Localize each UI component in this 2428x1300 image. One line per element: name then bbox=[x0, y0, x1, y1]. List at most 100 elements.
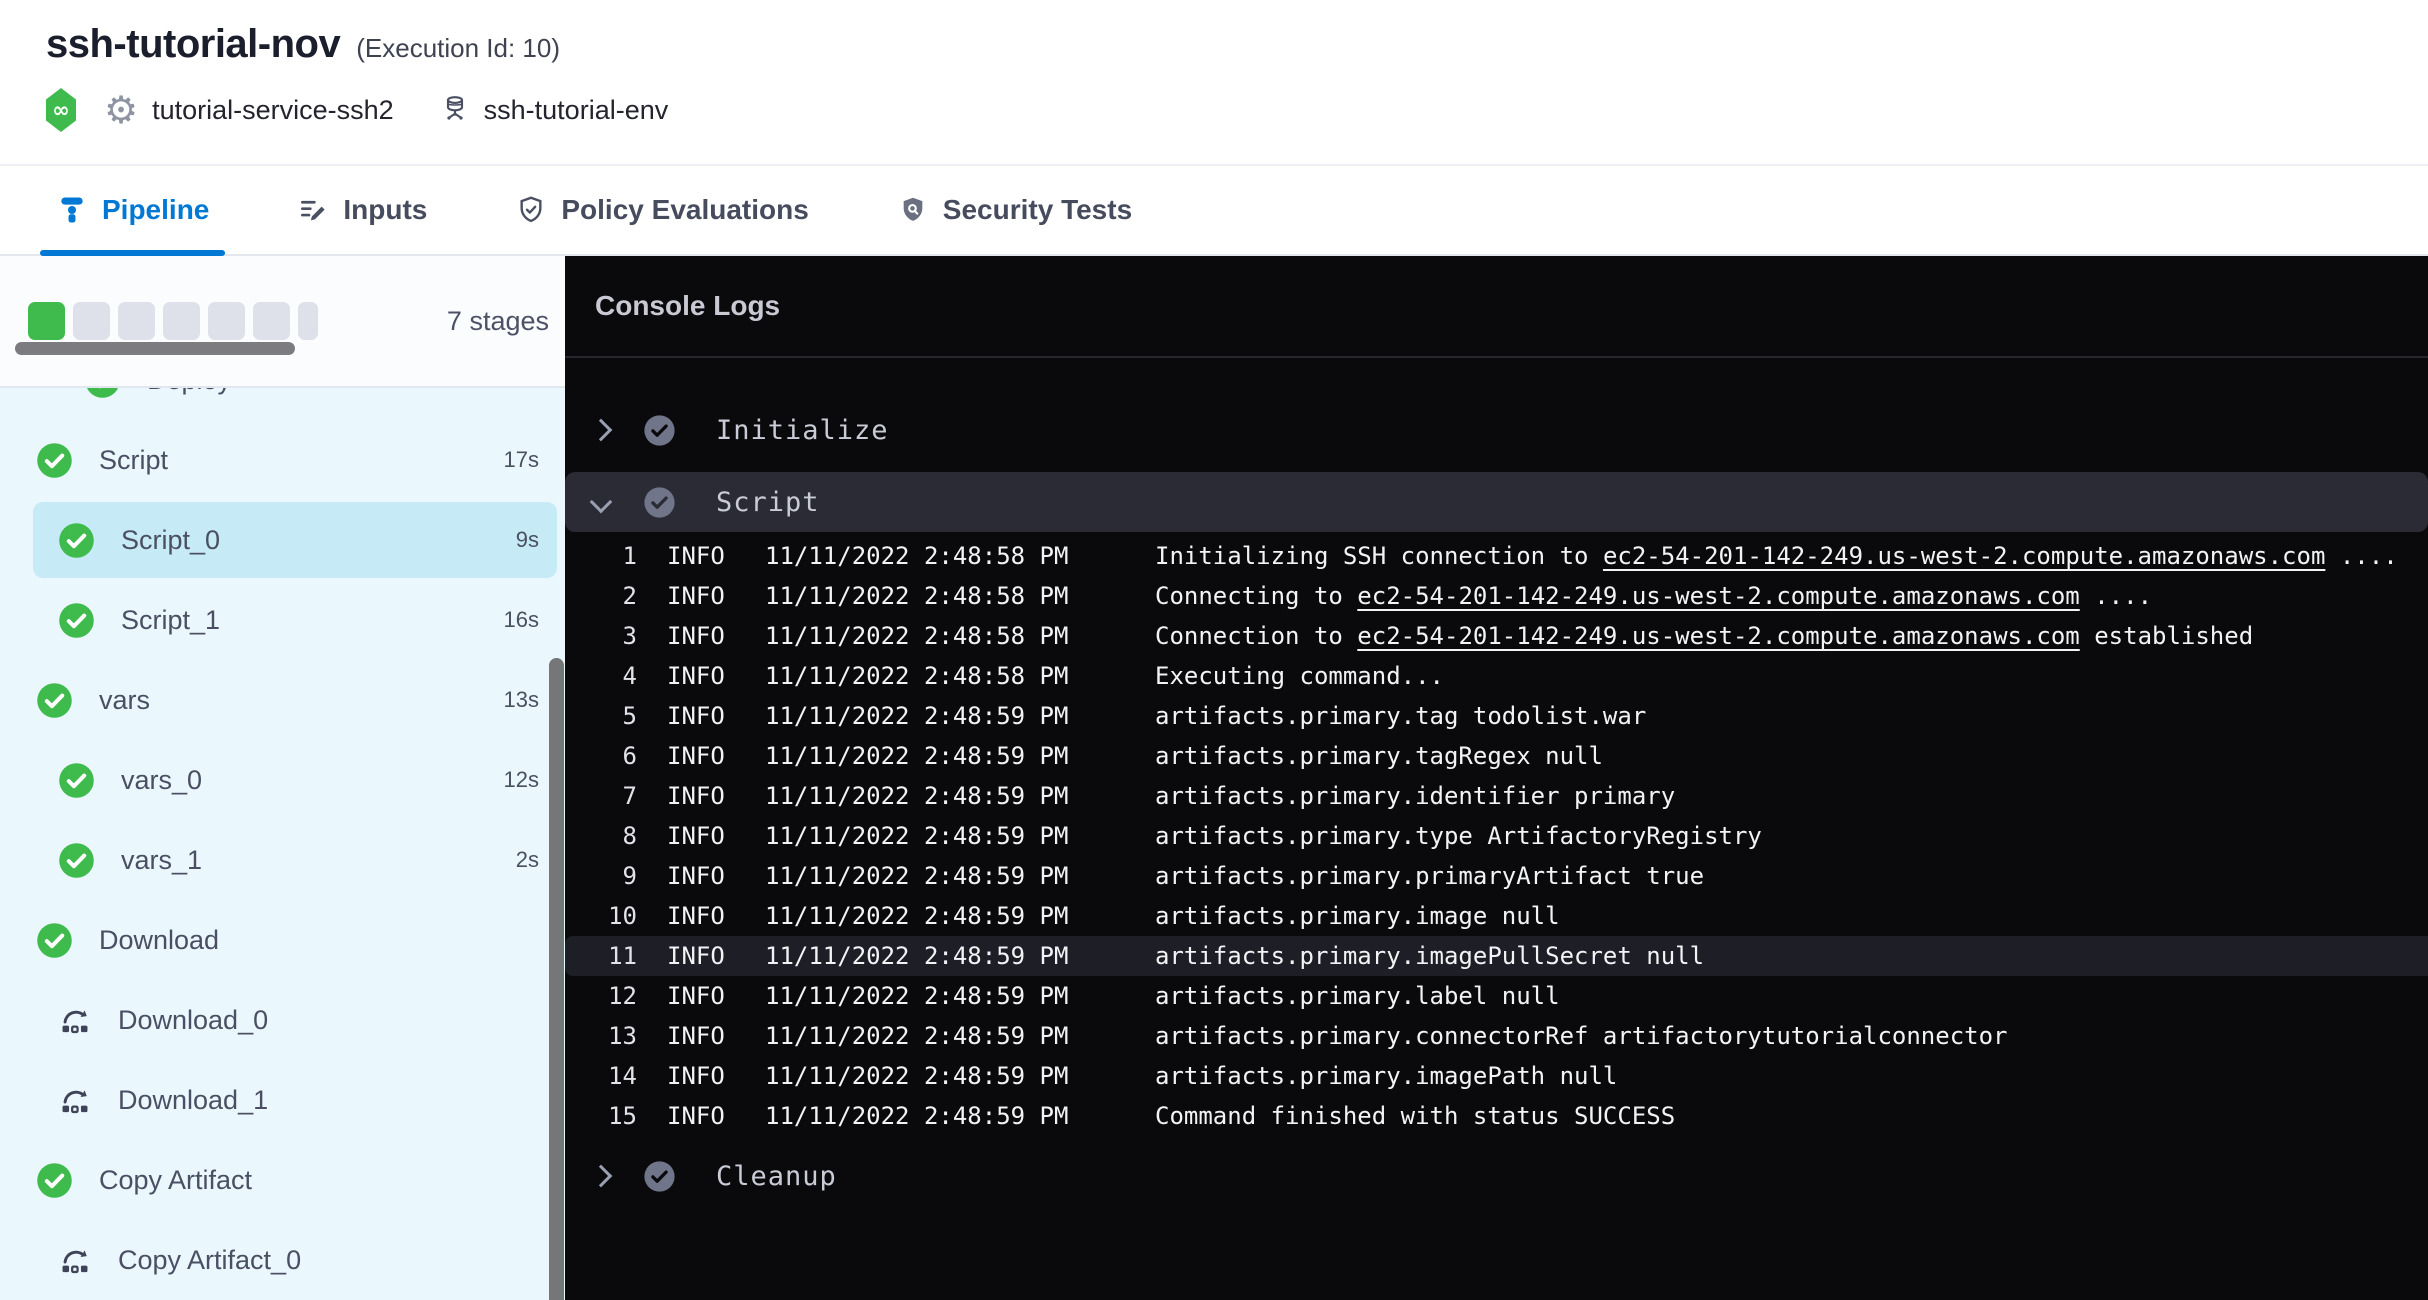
log-line-2[interactable]: 2INFO11/11/2022 2:48:58 PMConnecting to … bbox=[565, 576, 2428, 616]
tab-policy-evaluations[interactable]: Policy Evaluations bbox=[499, 166, 824, 254]
stage-chip-3[interactable] bbox=[118, 302, 155, 340]
log-line-number: 1 bbox=[565, 542, 637, 570]
tab-security-tests[interactable]: Security Tests bbox=[881, 166, 1148, 254]
horizontal-scrollbar[interactable] bbox=[15, 342, 295, 355]
stage-chip-2[interactable] bbox=[73, 302, 110, 340]
stage-row-script_0[interactable]: Script_09s bbox=[0, 500, 565, 580]
log-line-9[interactable]: 9INFO11/11/2022 2:48:59 PMartifacts.prim… bbox=[565, 856, 2428, 896]
stage-row-download_1[interactable]: Download_1 bbox=[0, 1060, 565, 1140]
success-icon bbox=[643, 1160, 676, 1193]
service-name[interactable]: tutorial-service-ssh2 bbox=[152, 95, 394, 126]
stage-chip-5[interactable] bbox=[208, 302, 245, 340]
stage-label: vars bbox=[99, 685, 150, 716]
log-line-12[interactable]: 12INFO11/11/2022 2:48:59 PMartifacts.pri… bbox=[565, 976, 2428, 1016]
console-body: Initialize Script 1 INFO 11/11/2022 2:48:5… bbox=[565, 390, 2428, 1216]
log-line-number: 9 bbox=[565, 862, 637, 890]
log-line-4[interactable]: 4INFO11/11/2022 2:48:58 PMExecuting comm… bbox=[565, 656, 2428, 696]
log-timestamp: 11/11/2022 2:48:59 PM bbox=[765, 742, 1083, 770]
service-status-hexagon-icon: ∞ bbox=[46, 88, 76, 132]
stage-row-vars_0[interactable]: vars_012s bbox=[0, 740, 565, 820]
success-check-icon bbox=[58, 602, 95, 639]
tab-pipeline[interactable]: Pipeline bbox=[40, 166, 225, 254]
log-line-1[interactable]: 1INFO11/11/2022 2:48:58 PMInitializing S… bbox=[565, 536, 2428, 576]
log-level: INFO bbox=[667, 582, 729, 610]
log-line-15[interactable]: 15INFO11/11/2022 2:48:59 PMCommand finis… bbox=[565, 1096, 2428, 1136]
log-line-7[interactable]: 7INFO11/11/2022 2:48:59 PMartifacts.prim… bbox=[565, 776, 2428, 816]
log-timestamp: 11/11/2022 2:48:58 PM bbox=[765, 542, 1083, 570]
section-cleanup[interactable]: Cleanup bbox=[565, 1136, 2428, 1216]
stages-sidebar: 7 stages Deploy29sScript17sScript_09sScr… bbox=[0, 256, 565, 1300]
stage-chip-6[interactable] bbox=[253, 302, 290, 340]
stage-label: Deploy bbox=[147, 388, 231, 396]
section-title: Initialize bbox=[716, 415, 889, 446]
stage-duration: 29s bbox=[504, 388, 539, 393]
log-line-10[interactable]: 10INFO11/11/2022 2:48:59 PMartifacts.pri… bbox=[565, 896, 2428, 936]
stage-chip-1[interactable] bbox=[28, 302, 65, 340]
stage-list: Deploy29sScript17sScript_09sScript_116sv… bbox=[0, 388, 565, 1300]
stage-row-copy-artifact[interactable]: Copy Artifact bbox=[0, 1140, 565, 1220]
tab-bar: Pipeline Inputs Policy Evaluations Security… bbox=[0, 164, 2428, 256]
log-timestamp: 11/11/2022 2:48:59 PM bbox=[765, 942, 1083, 970]
log-level: INFO bbox=[667, 982, 729, 1010]
log-message: artifacts.primary.label null bbox=[1155, 982, 1560, 1010]
log-level: INFO bbox=[667, 902, 729, 930]
stage-duration: 16s bbox=[504, 607, 539, 633]
title-row: ssh-tutorial-nov (Execution Id: 10) bbox=[46, 0, 2428, 67]
tab-label: Inputs bbox=[343, 194, 427, 226]
log-timestamp: 11/11/2022 2:48:59 PM bbox=[765, 782, 1083, 810]
log-line-13[interactable]: 13INFO11/11/2022 2:48:59 PMartifacts.pri… bbox=[565, 1016, 2428, 1056]
success-check-icon bbox=[36, 1162, 73, 1199]
log-line-3[interactable]: 3INFO11/11/2022 2:48:58 PMConnection to … bbox=[565, 616, 2428, 656]
log-timestamp: 11/11/2022 2:48:58 PM bbox=[765, 662, 1083, 690]
stage-chip-4[interactable] bbox=[163, 302, 200, 340]
section-initialize[interactable]: Initialize bbox=[565, 390, 2428, 470]
stage-row-deploy[interactable]: Deploy 29s bbox=[0, 388, 565, 420]
log-line-6[interactable]: 6INFO11/11/2022 2:48:59 PMartifacts.prim… bbox=[565, 736, 2428, 776]
log-level: INFO bbox=[667, 702, 729, 730]
stage-row-vars_1[interactable]: vars_12s bbox=[0, 820, 565, 900]
chevron-right-icon[interactable] bbox=[590, 1165, 613, 1188]
log-timestamp: 11/11/2022 2:48:59 PM bbox=[765, 1102, 1083, 1130]
stage-progress-bar[interactable] bbox=[28, 302, 318, 340]
execution-id: (Execution Id: 10) bbox=[356, 33, 560, 64]
log-level: INFO bbox=[667, 822, 729, 850]
loop-step-icon bbox=[58, 1083, 92, 1117]
stage-label: Script_0 bbox=[121, 525, 220, 556]
host-link[interactable]: ec2-54-201-142-249.us-west-2.compute.ama… bbox=[1357, 582, 2079, 610]
host-link[interactable]: ec2-54-201-142-249.us-west-2.compute.ama… bbox=[1603, 542, 2325, 570]
log-message: artifacts.primary.type ArtifactoryRegist… bbox=[1155, 822, 1762, 850]
pipeline-icon bbox=[56, 194, 88, 226]
main-content: 7 stages Deploy29sScript17sScript_09sScr… bbox=[0, 256, 2428, 1300]
tab-label: Pipeline bbox=[102, 194, 209, 226]
stage-row-script[interactable]: Script17s bbox=[0, 420, 565, 500]
stage-row-download[interactable]: Download bbox=[0, 900, 565, 980]
log-line-5[interactable]: 5INFO11/11/2022 2:48:59 PMartifacts.prim… bbox=[565, 696, 2428, 736]
app-root: ssh-tutorial-nov (Execution Id: 10) ∞ ⚙ … bbox=[0, 0, 2428, 1300]
log-message: artifacts.primary.primaryArtifact true bbox=[1155, 862, 1704, 890]
log-timestamp: 11/11/2022 2:48:59 PM bbox=[765, 902, 1083, 930]
environment-name[interactable]: ssh-tutorial-env bbox=[484, 95, 669, 126]
chevron-down-icon[interactable] bbox=[590, 491, 613, 514]
stage-row-download_0[interactable]: Download_0 bbox=[0, 980, 565, 1060]
log-line-number: 15 bbox=[565, 1102, 637, 1130]
log-level: INFO bbox=[667, 742, 729, 770]
host-link[interactable]: ec2-54-201-142-249.us-west-2.compute.ama… bbox=[1357, 622, 2079, 650]
log-list: 1 INFO 11/11/2022 2:48:58 PM Initializing S… bbox=[565, 536, 2428, 1136]
log-message: Initializing SSH connection to ec2-54-20… bbox=[1155, 542, 2398, 570]
page-title: ssh-tutorial-nov bbox=[46, 22, 340, 67]
log-message: artifacts.primary.image null bbox=[1155, 902, 1560, 930]
stage-row-copy-artifact_0[interactable]: Copy Artifact_0 bbox=[0, 1220, 565, 1300]
stage-row-vars[interactable]: vars13s bbox=[0, 660, 565, 740]
log-line-11[interactable]: 11INFO11/11/2022 2:48:59 PMartifacts.pri… bbox=[565, 936, 2428, 976]
console-panel: Console Logs Initialize Script bbox=[565, 256, 2428, 1300]
section-script[interactable]: Script bbox=[565, 472, 2428, 532]
log-line-14[interactable]: 14INFO11/11/2022 2:48:59 PMartifacts.pri… bbox=[565, 1056, 2428, 1096]
stage-row-script_1[interactable]: Script_116s bbox=[0, 580, 565, 660]
tab-inputs[interactable]: Inputs bbox=[281, 166, 443, 254]
log-timestamp: 11/11/2022 2:48:59 PM bbox=[765, 862, 1083, 890]
log-level: INFO bbox=[667, 782, 729, 810]
stage-chip-7[interactable] bbox=[298, 302, 318, 340]
log-line-8[interactable]: 8INFO11/11/2022 2:48:59 PMartifacts.prim… bbox=[565, 816, 2428, 856]
log-line-number: 7 bbox=[565, 782, 637, 810]
chevron-right-icon[interactable] bbox=[590, 419, 613, 442]
